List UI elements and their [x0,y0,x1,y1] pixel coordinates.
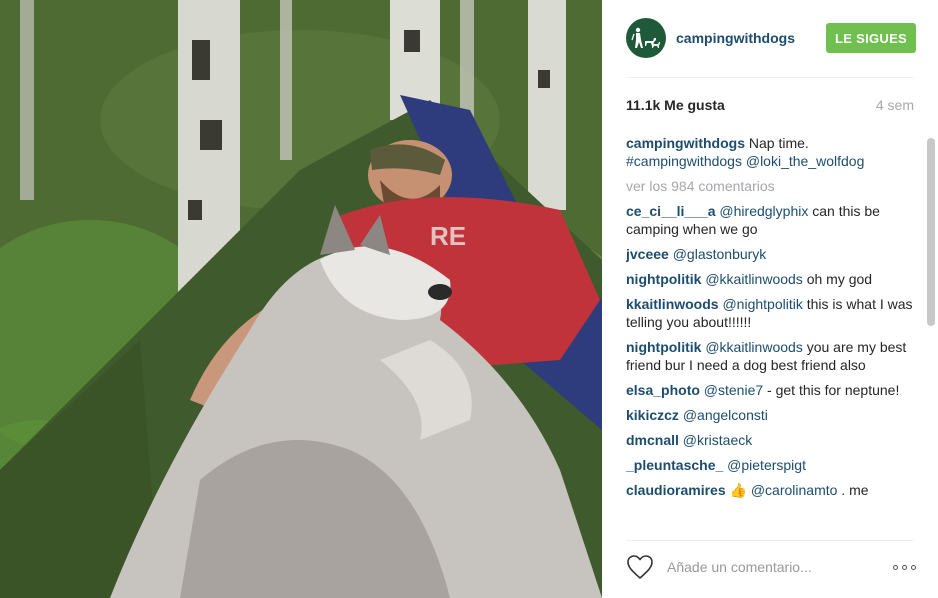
comment-mention[interactable]: @nightpolitik [722,296,802,312]
comment-item: nightpolitik @kkaitlinwoods you are my b… [626,338,914,374]
hiker-with-dogs-logo-icon [631,27,660,48]
comment-item: dmcnall @kristaeck [626,431,914,449]
heart-icon[interactable] [626,554,654,580]
comment-mention[interactable]: @carolinamto [751,482,838,498]
add-comment-input[interactable] [667,559,867,575]
more-options-icon[interactable] [893,564,916,570]
comment-username[interactable]: nightpolitik [626,271,701,287]
post-footer [626,553,916,581]
comment-mention[interactable]: @kkaitlinwoods [705,271,802,287]
comment-username[interactable]: elsa_photo [626,382,700,398]
comment-username[interactable]: dmcnall [626,432,679,448]
comment-item: _pleuntasche_ @pieterspigt [626,456,914,474]
comment-mention[interactable]: @kkaitlinwoods [705,339,802,355]
post-header: campingwithdogs LE SIGUES [626,18,916,58]
post-meta: 11.1k Me gusta 4 sem [626,97,914,113]
comment-username[interactable]: kikiczcz [626,407,679,423]
comment-mention[interactable]: @pieterspigt [727,457,806,473]
comment-mention[interactable]: @hiredglyphix [719,203,808,219]
thumbs-up-emoji-icon: 👍 [729,482,747,498]
caption-hashtag[interactable]: #campingwithdogs [626,153,742,169]
post-photo[interactable]: RE [0,0,602,598]
comment-username[interactable]: claudioramires [626,482,726,498]
comment-text: oh my god [802,271,873,287]
caption-username[interactable]: campingwithdogs [626,135,745,151]
comment-text: . me [837,482,869,498]
view-all-comments-link[interactable]: ver los 984 comentarios [626,177,914,195]
post-side-panel: campingwithdogs LE SIGUES 11.1k Me gusta… [602,0,938,598]
post-username[interactable]: campingwithdogs [676,30,795,46]
hammock-dog-photo: RE [0,0,602,598]
comment-username[interactable]: ce_ci__li___a [626,203,716,219]
comment-item: claudioramires 👍 @carolinamto . me [626,481,914,499]
comments-list: campingwithdogs Nap time. #campingwithdo… [626,134,914,532]
comment-item: nightpolitik @kkaitlinwoods oh my god [626,270,914,288]
comment-item: jvceee @glastonburyk [626,245,914,263]
instagram-post-view: RE campingwithdogs LE SIGUES 11.1k Me gu… [0,0,938,598]
dot [902,564,907,570]
caption-text: Nap time. [748,135,809,151]
comment-username[interactable]: _pleuntasche_ [626,457,723,473]
comment-item: elsa_photo @stenie7 - get this for neptu… [626,381,914,399]
follow-button[interactable]: LE SIGUES [826,23,916,53]
comment-mention[interactable]: @glastonburyk [673,246,767,262]
comment-item: ce_ci__li___a @hiredglyphix can this be … [626,202,914,238]
comment-mention[interactable]: @stenie7 [704,382,763,398]
dot [893,564,898,570]
dot [911,564,916,570]
comment-text: - get this for neptune! [763,382,900,398]
caption: campingwithdogs Nap time. #campingwithdo… [626,134,914,170]
divider [626,540,914,541]
comment-username[interactable]: kkaitlinwoods [626,296,719,312]
post-age[interactable]: 4 sem [876,97,914,113]
svg-text:RE: RE [430,221,466,251]
comment-username[interactable]: jvceee [626,246,669,262]
divider [626,77,914,78]
comment-mention[interactable]: @angelconsti [683,407,768,423]
likes-count[interactable]: 11.1k Me gusta [626,97,725,113]
comment-item: kikiczcz @angelconsti [626,406,914,424]
caption-mention[interactable]: @loki_the_wolfdog [746,153,865,169]
comment-mention[interactable]: @kristaeck [683,432,752,448]
avatar[interactable] [626,18,666,58]
comment-item: kkaitlinwoods @nightpolitik this is what… [626,295,914,331]
comments-scrollbar[interactable] [927,138,935,326]
comment-username[interactable]: nightpolitik [626,339,701,355]
